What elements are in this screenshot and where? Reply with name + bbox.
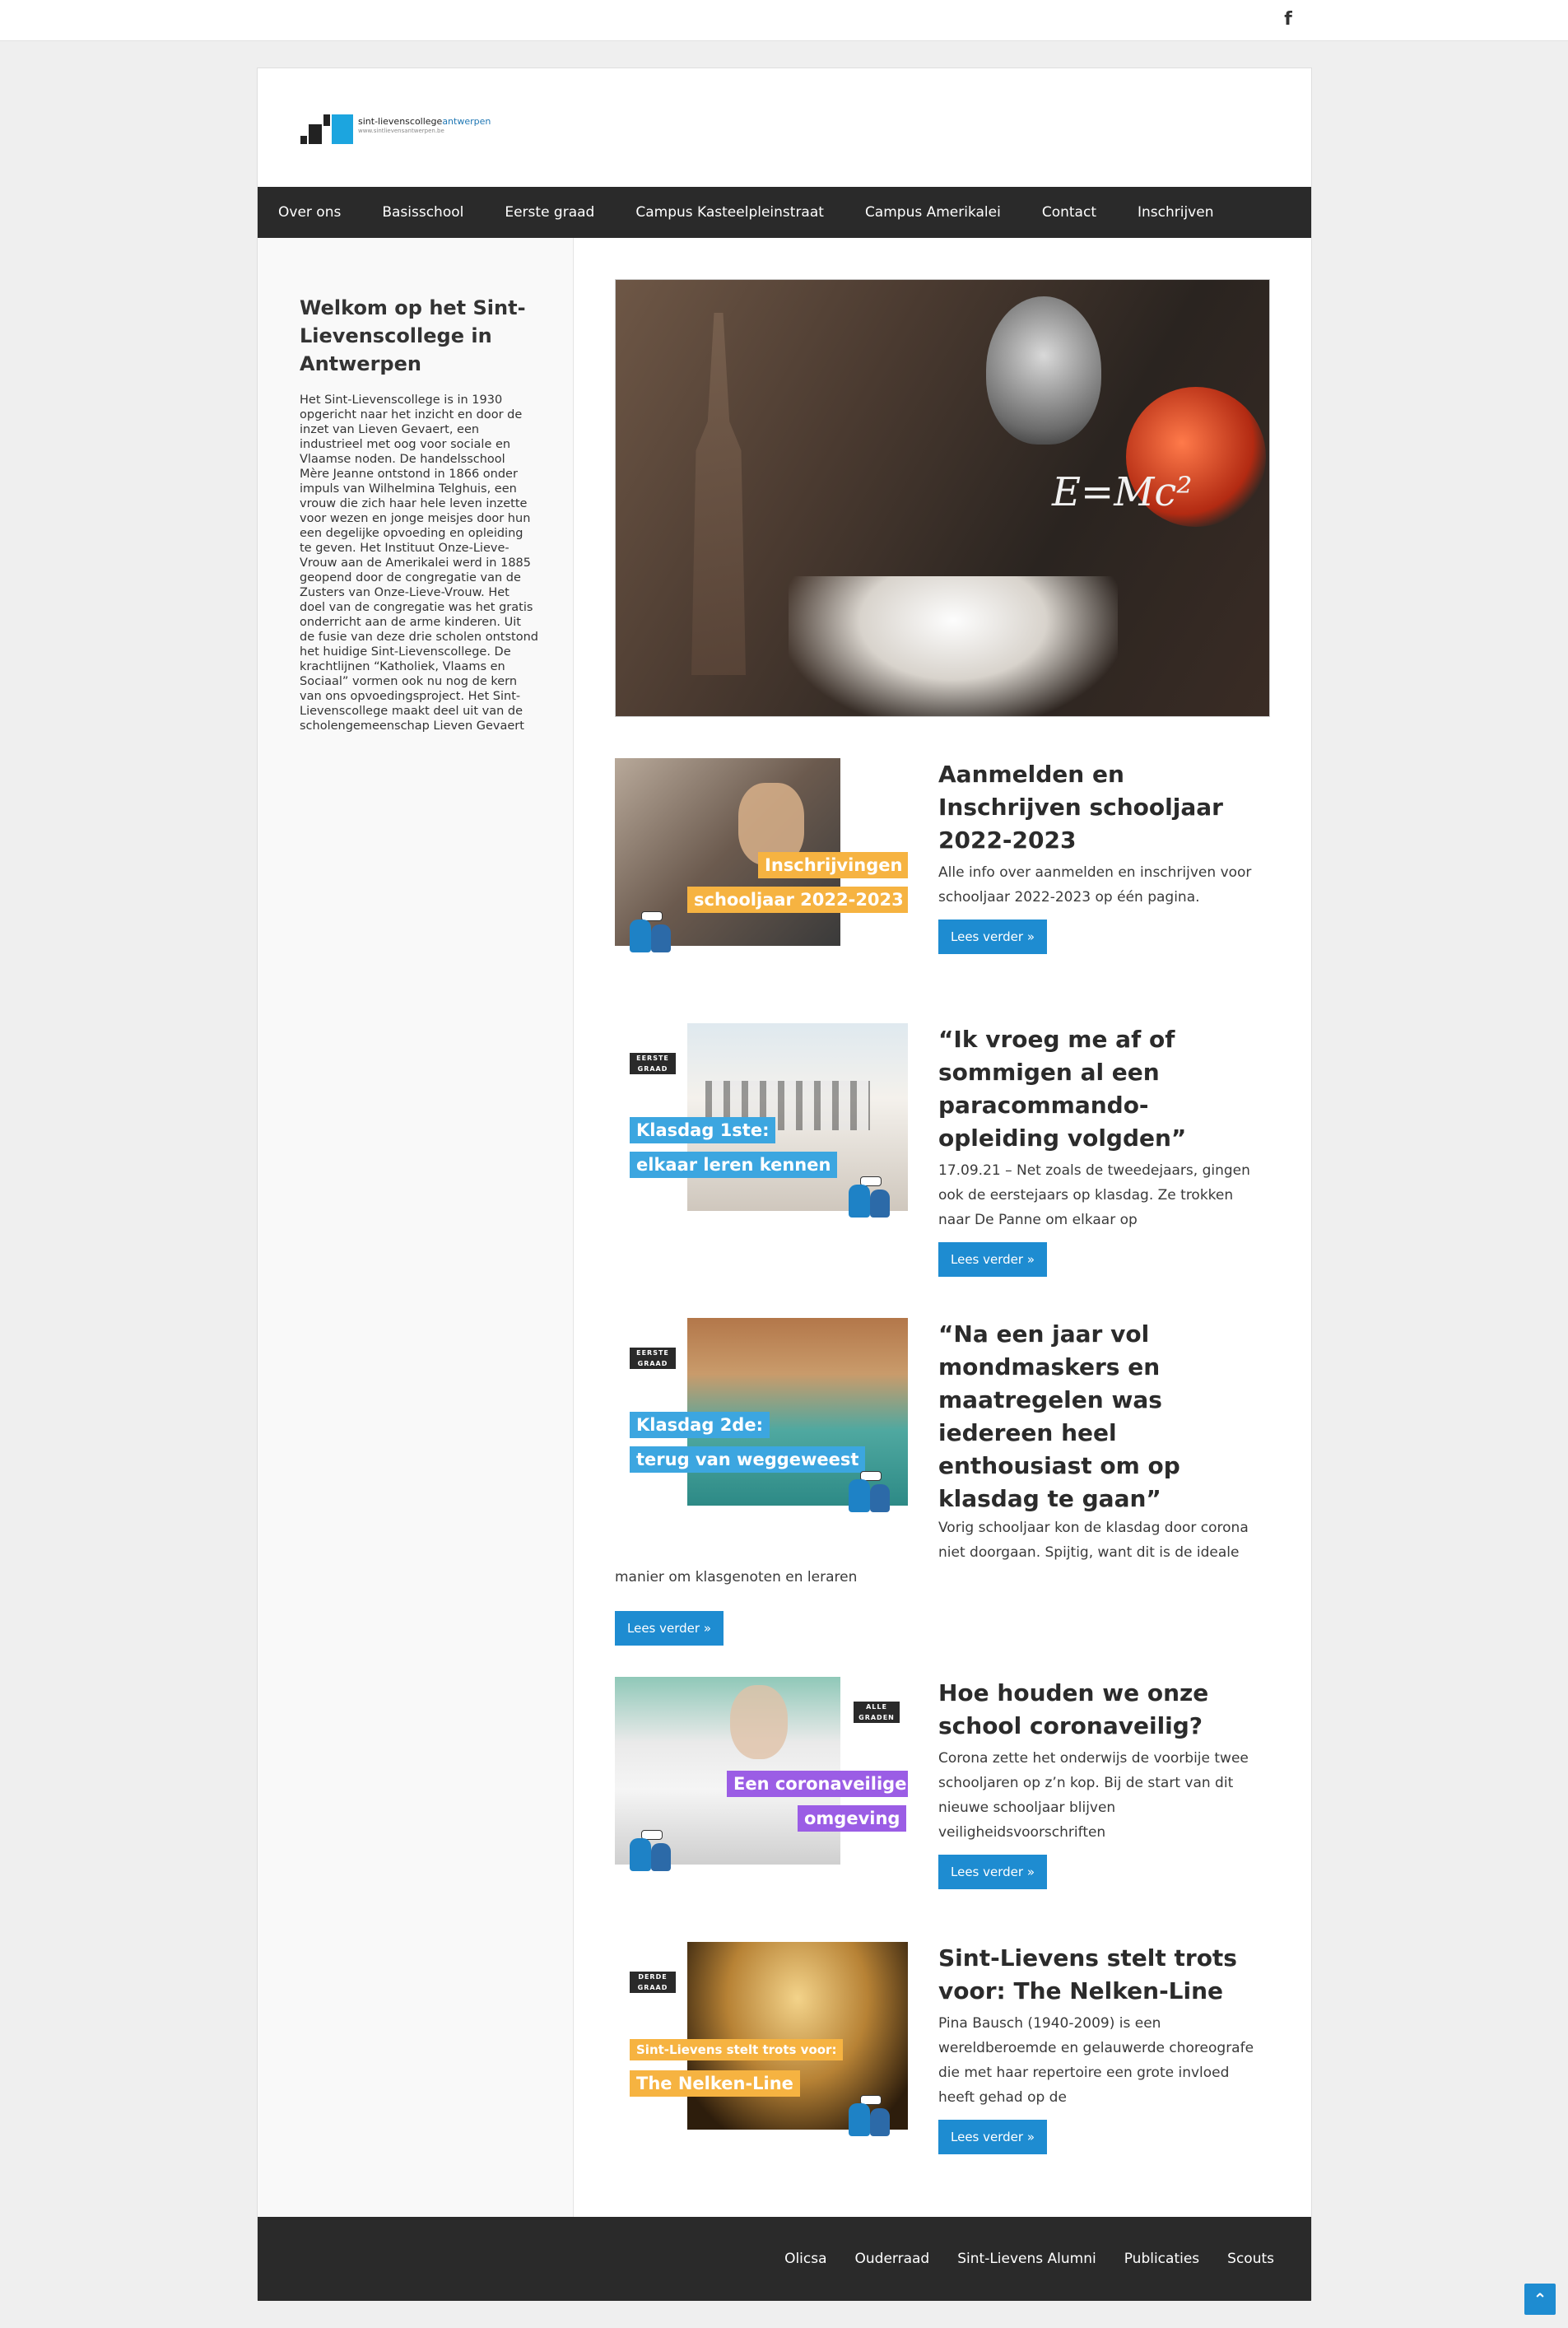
post-title[interactable]: “Na een jaar vol mondmaskers en maatrege… xyxy=(938,1318,1268,1516)
post-thumbnail[interactable]: DERDE GRAAD Sint-Lievens stelt trots voor… xyxy=(615,1942,908,2148)
thumbnail-tag-line2: The Nelken-Line xyxy=(630,2070,800,2097)
grade-badge: EERSTE GRAAD xyxy=(630,1348,676,1369)
thumbnail-tag-line2: schooljaar 2022-2023 xyxy=(687,887,908,913)
post-title[interactable]: Hoe houden we onze school coronaveilig? xyxy=(938,1677,1268,1743)
post-excerpt-line: niet doorgaan. Spijtig, want dit is de i… xyxy=(938,1544,1240,1561)
footer-link-ouderraad[interactable]: Ouderraad xyxy=(827,2217,930,2301)
footer-link-olicsa[interactable]: Olicsa xyxy=(756,2217,826,2301)
site-header: sint-lievenscollegeantwerpen www.sintlie… xyxy=(258,68,1311,187)
read-more-button[interactable]: Lees verder » xyxy=(938,1855,1048,1889)
grade-badge: DERDE GRAAD xyxy=(630,1972,676,1993)
post-title[interactable]: Sint-Lievens stelt trots voor: The Nelke… xyxy=(938,1942,1268,2008)
footer-link-scouts[interactable]: Scouts xyxy=(1199,2217,1274,2301)
post-item: EERSTE GRAAD Klasdag 2de: terug van wegge… xyxy=(615,1318,1270,1697)
mascot-icon xyxy=(626,911,684,952)
nav-item-over-ons[interactable]: Over ons xyxy=(258,187,361,238)
top-bar: f xyxy=(0,0,1568,41)
post-excerpt-line: manier om klasgenoten en leraren xyxy=(615,1569,858,1585)
logo-name: sint-lievenscollegeantwerpen xyxy=(358,116,491,127)
thumbnail-tag-line2: omgeving xyxy=(798,1805,907,1832)
post-item: Inschrijvingen schooljaar 2022-2023 Aanm… xyxy=(615,758,1270,989)
back-to-top-button[interactable]: ⌃ xyxy=(1524,2284,1556,2315)
nav-item-inschrijven[interactable]: Inschrijven xyxy=(1117,187,1235,238)
nav-item-campus-amerikalei[interactable]: Campus Amerikalei xyxy=(844,187,1021,238)
post-excerpt: 17.09.21 – Net zoals de tweedejaars, gin… xyxy=(938,1162,1250,1228)
thumbnail-tag-line1: Klasdag 1ste: xyxy=(630,1117,776,1143)
sidebar-title: Welkom op het Sint-Lievenscollege in Ant… xyxy=(300,296,526,375)
mascot-icon xyxy=(845,2095,903,2136)
sidebar: Welkom op het Sint-Lievenscollege in Ant… xyxy=(258,238,574,2217)
site-logo[interactable]: sint-lievenscollegeantwerpen www.sintlie… xyxy=(300,114,498,151)
read-more-button[interactable]: Lees verder » xyxy=(615,1611,724,1646)
post-excerpt-line: Vorig schooljaar kon de klasdag door cor… xyxy=(938,1520,1249,1536)
nav-item-campus-kasteelpleinstraat[interactable]: Campus Kasteelpleinstraat xyxy=(615,187,844,238)
hero-image: E=Mc² xyxy=(615,279,1270,717)
site-footer: Olicsa Ouderraad Sint-Lievens Alumni Pub… xyxy=(258,2217,1311,2301)
post-excerpt: Alle info over aanmelden en inschrijven … xyxy=(938,864,1252,906)
read-more-button[interactable]: Lees verder » xyxy=(938,2120,1048,2154)
nav-item-eerste-graad[interactable]: Eerste graad xyxy=(484,187,615,238)
read-more-button[interactable]: Lees verder » xyxy=(938,1242,1048,1277)
thumbnail-tag-line1: Klasdag 2de: xyxy=(630,1412,770,1438)
grade-badge: EERSTE GRAAD xyxy=(630,1053,676,1074)
grade-badge: ALLE GRADEN xyxy=(854,1702,900,1723)
post-thumbnail[interactable]: ALLE GRADEN Een coronaveilige omgeving xyxy=(615,1677,908,1883)
post-excerpt: Corona zette het onderwijs de voorbije t… xyxy=(938,1750,1249,1841)
read-more-button[interactable]: Lees verder » xyxy=(938,920,1048,954)
cathedral-tower-graphic xyxy=(691,313,746,675)
post-item: ALLE GRADEN Een coronaveilige omgeving Ho… xyxy=(615,1677,1270,1916)
mascot-icon xyxy=(845,1471,903,1512)
page-container: sint-lievenscollegeantwerpen www.sintlie… xyxy=(257,68,1312,2301)
post-thumbnail[interactable]: Inschrijvingen schooljaar 2022-2023 xyxy=(615,758,908,964)
post-item: DERDE GRAAD Sint-Lievens stelt trots voor… xyxy=(615,1942,1270,2189)
post-title[interactable]: “Ik vroeg me af of sommigen al een parac… xyxy=(938,1023,1268,1155)
formula-graphic: E=Mc² xyxy=(1052,469,1193,515)
thumbnail-tag-line2: elkaar leren kennen xyxy=(630,1152,838,1178)
footer-link-publicaties[interactable]: Publicaties xyxy=(1096,2217,1199,2301)
sidebar-about-text: Het Sint-Lievenscollege is in 1930 opger… xyxy=(300,393,538,733)
portrait-graphic xyxy=(986,296,1101,445)
facebook-icon[interactable]: f xyxy=(1278,10,1298,30)
main-navigation: Over ons Basisschool Eerste graad Campus… xyxy=(258,187,1311,238)
thumbnail-tag-line2: terug van weggeweest xyxy=(630,1446,866,1473)
thumbnail-tag-line1: Inschrijvingen xyxy=(758,852,908,878)
nav-item-contact[interactable]: Contact xyxy=(1021,187,1117,238)
footer-link-alumni[interactable]: Sint-Lievens Alumni xyxy=(929,2217,1096,2301)
post-item: EERSTE GRAAD Klasdag 1ste: elkaar leren k… xyxy=(615,1023,1270,1287)
nav-item-basisschool[interactable]: Basisschool xyxy=(361,187,484,238)
post-title[interactable]: Aanmelden en Inschrijven schooljaar 2022… xyxy=(938,758,1268,857)
thumbnail-tag-line1: Een coronaveilige xyxy=(727,1771,908,1797)
open-book-graphic xyxy=(789,576,1118,716)
post-thumbnail[interactable]: EERSTE GRAAD Klasdag 2de: terug van wegge… xyxy=(615,1318,908,1524)
mascot-icon xyxy=(626,1830,684,1871)
post-excerpt: Pina Bausch (1940-2009) is een wereldber… xyxy=(938,2015,1254,2106)
chevron-up-icon: ⌃ xyxy=(1533,2289,1547,2309)
mascot-icon xyxy=(845,1176,903,1218)
post-thumbnail[interactable]: EERSTE GRAAD Klasdag 1ste: elkaar leren k… xyxy=(615,1023,908,1229)
thumbnail-tag-line1: Sint-Lievens stelt trots voor: xyxy=(630,2039,844,2060)
logo-url: www.sintlievensantwerpen.be xyxy=(358,128,444,134)
